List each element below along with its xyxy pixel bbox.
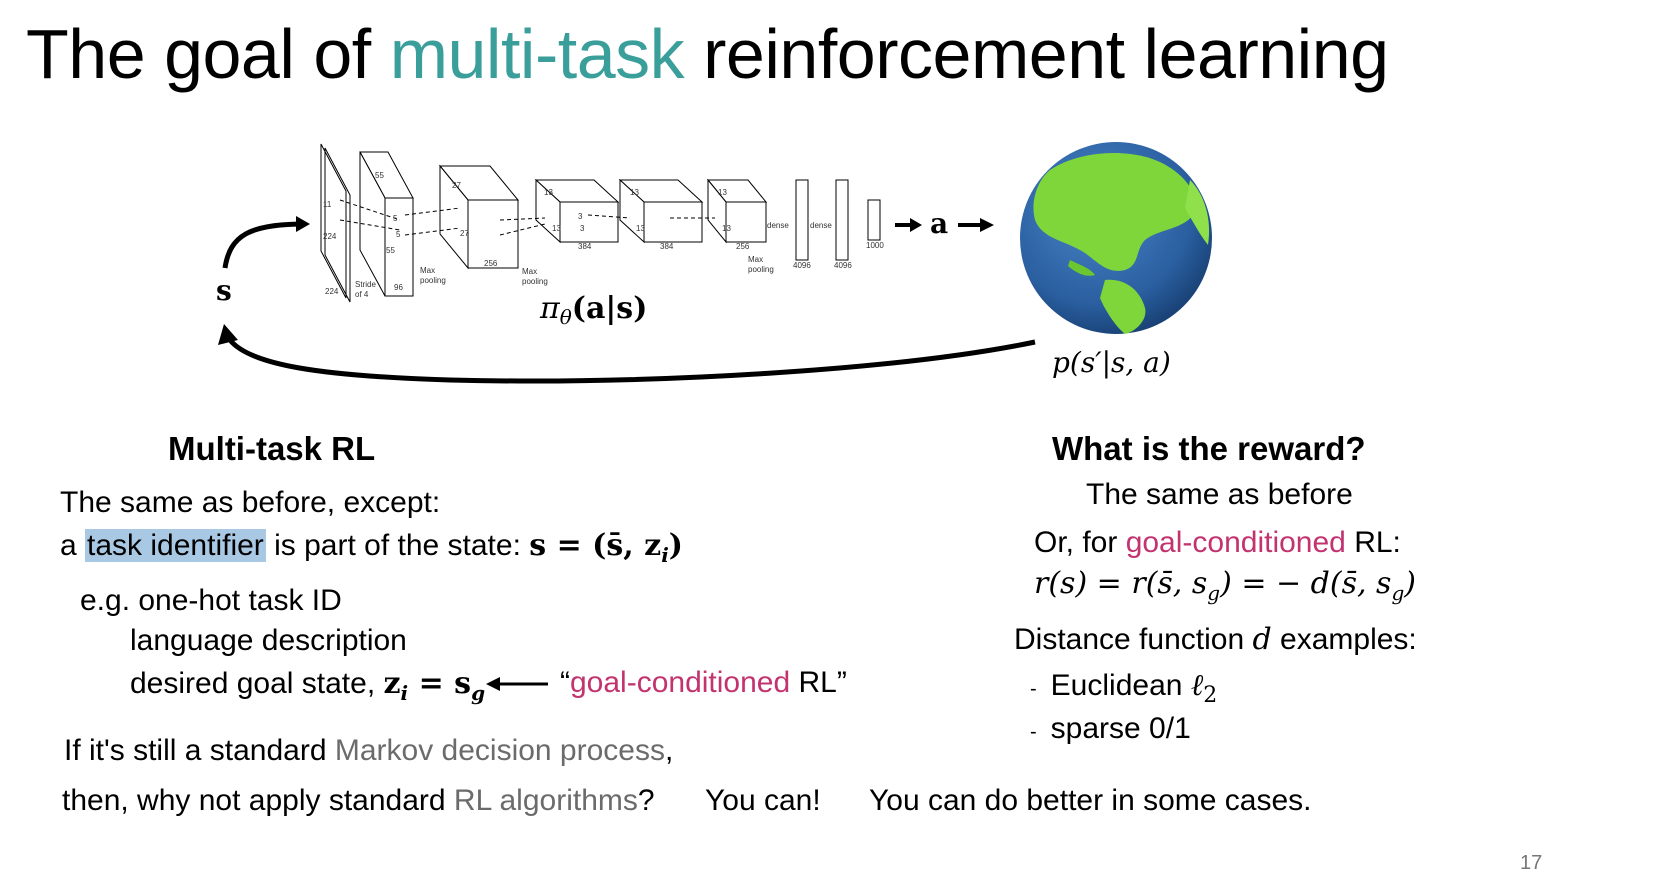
svg-text:224: 224 bbox=[325, 287, 339, 296]
svg-text:3: 3 bbox=[578, 212, 583, 221]
svg-text:256: 256 bbox=[736, 242, 750, 251]
action-to-env-arrowhead bbox=[980, 218, 994, 232]
policy-network bbox=[320, 143, 881, 303]
state-to-policy-arrow bbox=[222, 221, 301, 269]
do-better-text: You can do better in some cases. bbox=[869, 784, 1312, 817]
svg-text:dense: dense bbox=[810, 221, 832, 230]
bottom-line2: then, why not apply standard RL algorith… bbox=[62, 784, 655, 817]
you-can-text: You can! bbox=[705, 784, 821, 817]
svg-text:pooling: pooling bbox=[522, 277, 548, 286]
svg-text:11: 11 bbox=[323, 200, 332, 209]
slide: The goal of multi-task reinforcement lea… bbox=[0, 0, 1654, 892]
dynamics-label: p(s′|s, a) bbox=[1052, 346, 1171, 379]
eg-line1: e.g. one-hot task ID bbox=[80, 584, 342, 617]
state-label: s bbox=[216, 274, 232, 307]
svg-text:13: 13 bbox=[630, 188, 639, 197]
task-identifier-highlight: task identifier bbox=[85, 529, 266, 562]
svg-text:4096: 4096 bbox=[834, 261, 852, 270]
title-part1: The goal of bbox=[26, 15, 390, 93]
svg-text:Max: Max bbox=[522, 267, 537, 276]
svg-text:4096: 4096 bbox=[793, 261, 811, 270]
left-line2-pre: a bbox=[60, 529, 86, 562]
svg-text:of 4: of 4 bbox=[355, 290, 369, 299]
bottom-line1: If it's still a standard Markov decision… bbox=[64, 734, 674, 767]
multitask-heading: Multi-task RL bbox=[168, 430, 376, 467]
policy-to-action-arrowhead bbox=[910, 218, 922, 232]
svg-text:224: 224 bbox=[323, 232, 337, 241]
left-line1: The same as before, except: bbox=[60, 486, 441, 519]
distance-line: Distance function d examples: bbox=[1014, 622, 1417, 657]
svg-text:pooling: pooling bbox=[420, 276, 446, 285]
svg-text:Max: Max bbox=[748, 255, 763, 264]
reward-formula: r(s) = r(s̄, sg) = − d(s̄, sg) bbox=[1034, 566, 1416, 605]
svg-text:384: 384 bbox=[660, 242, 674, 251]
page-number: 17 bbox=[1520, 852, 1543, 874]
svg-text:Stride: Stride bbox=[355, 280, 376, 289]
goal-state-formula: zi = sg bbox=[383, 666, 486, 705]
reward-line1: The same as before bbox=[1086, 478, 1353, 511]
env-to-state-arrow bbox=[228, 338, 1036, 384]
reward-line2: Or, for goal-conditioned RL: bbox=[1034, 526, 1401, 559]
title-part2: reinforcement learning bbox=[684, 15, 1389, 93]
bullet-euclidean: - Euclidean ℓ2 bbox=[1030, 668, 1218, 708]
svg-text:13: 13 bbox=[722, 224, 731, 233]
svg-text:55: 55 bbox=[375, 171, 384, 180]
svg-text:27: 27 bbox=[452, 181, 461, 190]
goal-conditioned-quote: “goal-conditioned RL” bbox=[560, 666, 847, 699]
svg-text:13: 13 bbox=[636, 224, 645, 233]
svg-text:27: 27 bbox=[460, 229, 469, 238]
svg-text:3: 3 bbox=[580, 224, 585, 233]
left-line2: a task identifier is part of the state: … bbox=[60, 528, 683, 567]
svg-text:13: 13 bbox=[718, 188, 727, 197]
left-line2-post: is part of the state: bbox=[265, 529, 530, 562]
action-label: a bbox=[930, 207, 948, 240]
svg-text:Max: Max bbox=[420, 266, 435, 275]
eg-line2: language description bbox=[130, 624, 407, 657]
svg-text:5: 5 bbox=[393, 214, 398, 223]
eg-line3: desired goal state, zi = sg bbox=[130, 666, 486, 705]
svg-text:5: 5 bbox=[396, 230, 401, 239]
reward-heading: What is the reward? bbox=[1052, 430, 1366, 467]
page-title: The goal of multi-task reinforcement lea… bbox=[26, 14, 1389, 94]
svg-text:256: 256 bbox=[484, 259, 498, 268]
left-arrow-icon bbox=[486, 677, 548, 691]
svg-text:384: 384 bbox=[578, 242, 592, 251]
svg-text:96: 96 bbox=[394, 283, 403, 292]
rl-loop-diagram: s 11 224 224 55 55 5 5 Stride of 4 96 Ma… bbox=[216, 142, 1212, 384]
svg-text:1000: 1000 bbox=[866, 241, 884, 250]
svg-text:13: 13 bbox=[552, 224, 561, 233]
state-formula: s = (s̄, zi) bbox=[529, 528, 683, 567]
svg-text:55: 55 bbox=[386, 246, 395, 255]
svg-text:pooling: pooling bbox=[748, 265, 774, 274]
title-highlight: multi-task bbox=[389, 15, 685, 93]
bullet-sparse: - sparse 0/1 bbox=[1030, 712, 1191, 745]
svg-text:dense: dense bbox=[767, 221, 789, 230]
state-to-policy-arrowhead bbox=[296, 216, 310, 232]
policy-label: πθ(a|s) bbox=[539, 291, 647, 329]
earth-globe-icon bbox=[1020, 142, 1212, 334]
svg-text:13: 13 bbox=[544, 188, 553, 197]
